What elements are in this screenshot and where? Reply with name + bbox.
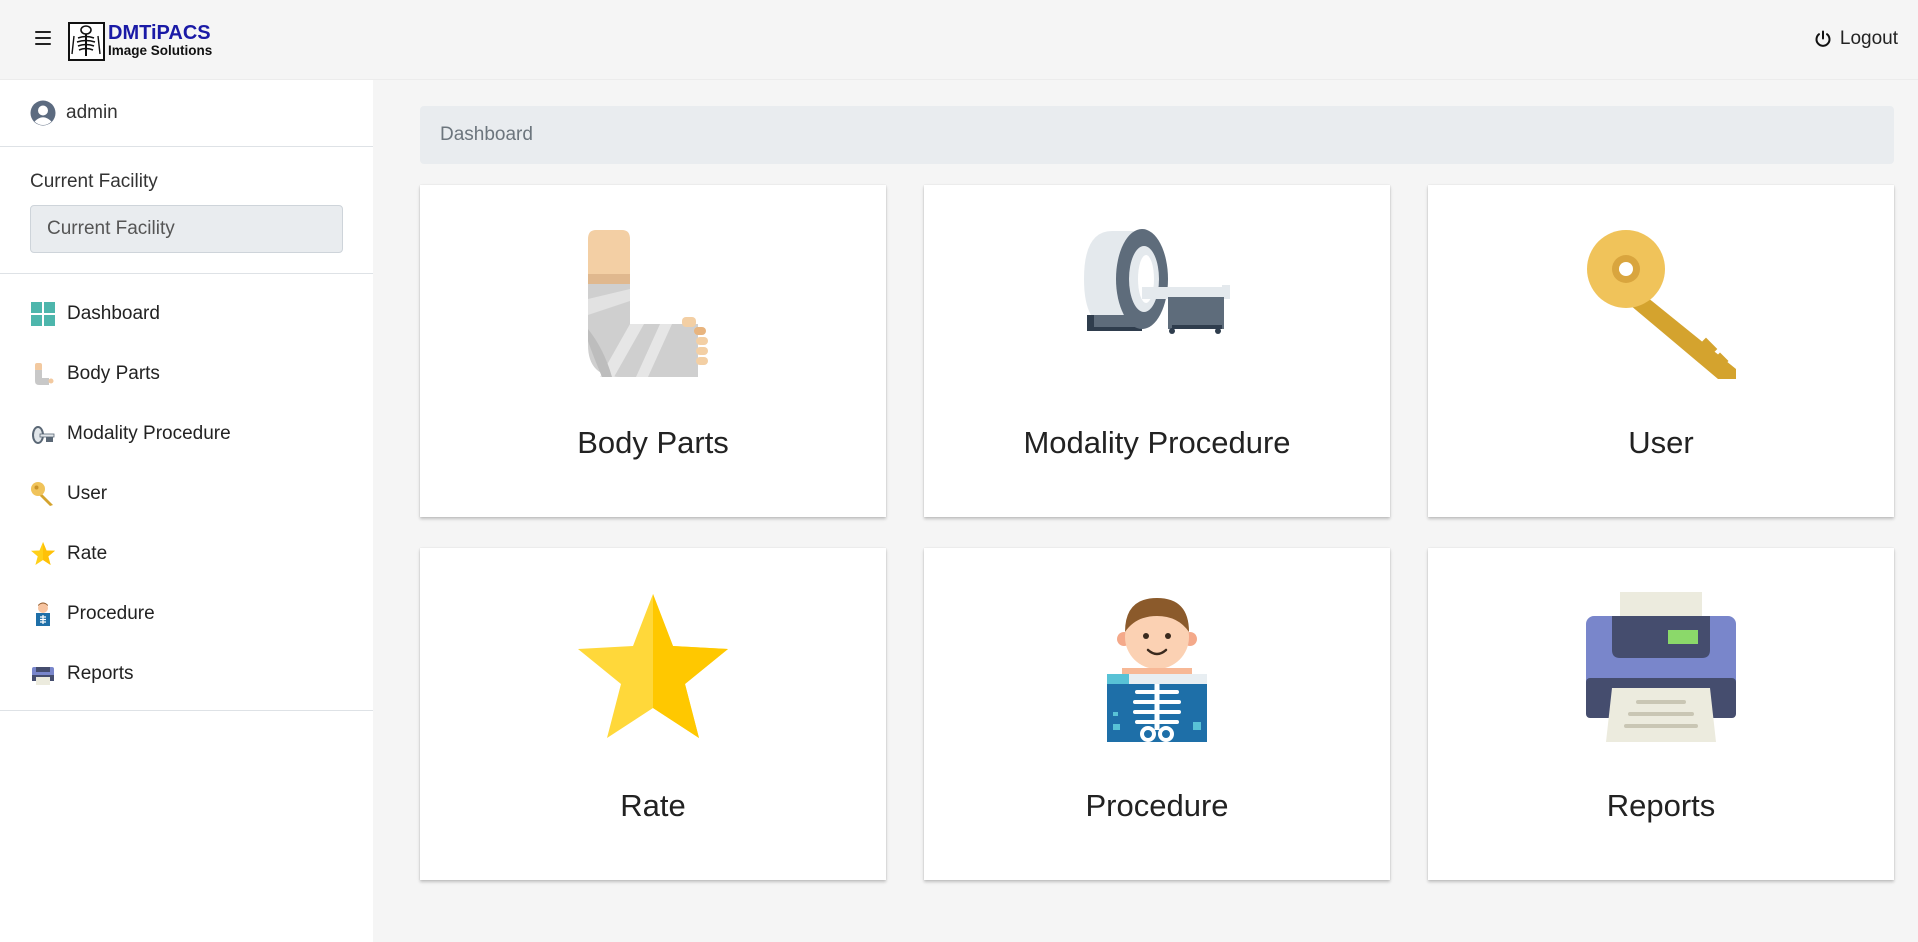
app-logo: DMTiPACS Image Solutions xyxy=(68,20,240,62)
star-icon xyxy=(578,592,728,742)
arm-cast-icon xyxy=(30,361,56,387)
mri-scanner-icon xyxy=(1082,229,1232,379)
user-profile: admin xyxy=(0,80,373,147)
sidebar-nav: Dashboard Body Parts Modality Procedure … xyxy=(0,274,373,711)
svg-text:Image Solutions: Image Solutions xyxy=(108,43,212,58)
logout-label: Logout xyxy=(1839,28,1898,49)
card-procedure[interactable]: Procedure xyxy=(924,548,1390,880)
star-icon xyxy=(30,541,56,567)
sidebar-item-rate[interactable]: Rate xyxy=(0,524,373,584)
facility-label: Current Facility xyxy=(30,171,158,192)
card-title: Modality Procedure xyxy=(1023,425,1291,460)
username: admin xyxy=(66,102,118,123)
sidebar-item-modality-procedure[interactable]: Modality Procedure xyxy=(0,404,373,464)
breadcrumb: Dashboard xyxy=(420,106,1894,164)
sidebar-item-dashboard[interactable]: Dashboard xyxy=(0,284,373,344)
grid-icon xyxy=(30,301,56,327)
logout-button[interactable]: Logout xyxy=(1814,24,1898,54)
xray-patient-icon xyxy=(30,601,56,627)
printer-icon xyxy=(1586,592,1736,742)
current-facility-input[interactable] xyxy=(30,205,343,253)
key-icon xyxy=(30,481,56,507)
card-title: Rate xyxy=(620,788,686,823)
card-rate[interactable]: Rate xyxy=(420,548,886,880)
breadcrumb-current: Dashboard xyxy=(440,124,533,145)
xray-patient-icon xyxy=(1082,592,1232,742)
top-bar: DMTiPACS Image Solutions Logout xyxy=(0,0,1918,80)
facility-section: Current Facility xyxy=(0,147,373,274)
sidebar-item-procedure[interactable]: Procedure xyxy=(0,584,373,644)
sidebar-item-label: Reports xyxy=(67,663,134,684)
card-body-parts[interactable]: Body Parts xyxy=(420,185,886,517)
card-modality-procedure[interactable]: Modality Procedure xyxy=(924,185,1390,517)
sidebar-item-label: Modality Procedure xyxy=(67,423,231,444)
sidebar-item-user[interactable]: User xyxy=(0,464,373,524)
mri-scanner-icon xyxy=(30,421,56,447)
svg-text:DMTiPACS: DMTiPACS xyxy=(108,22,211,44)
sidebar-item-reports[interactable]: Reports xyxy=(0,644,373,704)
sidebar-item-body-parts[interactable]: Body Parts xyxy=(0,344,373,404)
arm-cast-icon xyxy=(578,229,728,379)
card-title: Body Parts xyxy=(577,425,729,460)
card-user[interactable]: User xyxy=(1428,185,1894,517)
card-title: Reports xyxy=(1606,788,1716,823)
sidebar-item-label: Procedure xyxy=(67,603,155,624)
sidebar-item-label: Body Parts xyxy=(67,363,160,384)
printer-icon xyxy=(30,661,56,687)
sidebar-item-label: Dashboard xyxy=(67,303,160,324)
key-icon xyxy=(1586,229,1736,379)
sidebar-item-label: User xyxy=(67,483,108,504)
card-reports[interactable]: Reports xyxy=(1428,548,1894,880)
user-avatar-icon xyxy=(30,100,56,126)
card-title: Procedure xyxy=(1085,788,1229,823)
hamburger-icon[interactable] xyxy=(35,31,51,47)
sidebar-item-label: Rate xyxy=(67,543,108,564)
sidebar: admin Current Facility Dashboard xyxy=(0,80,373,942)
card-title: User xyxy=(1628,425,1694,460)
power-icon xyxy=(1815,30,1831,47)
